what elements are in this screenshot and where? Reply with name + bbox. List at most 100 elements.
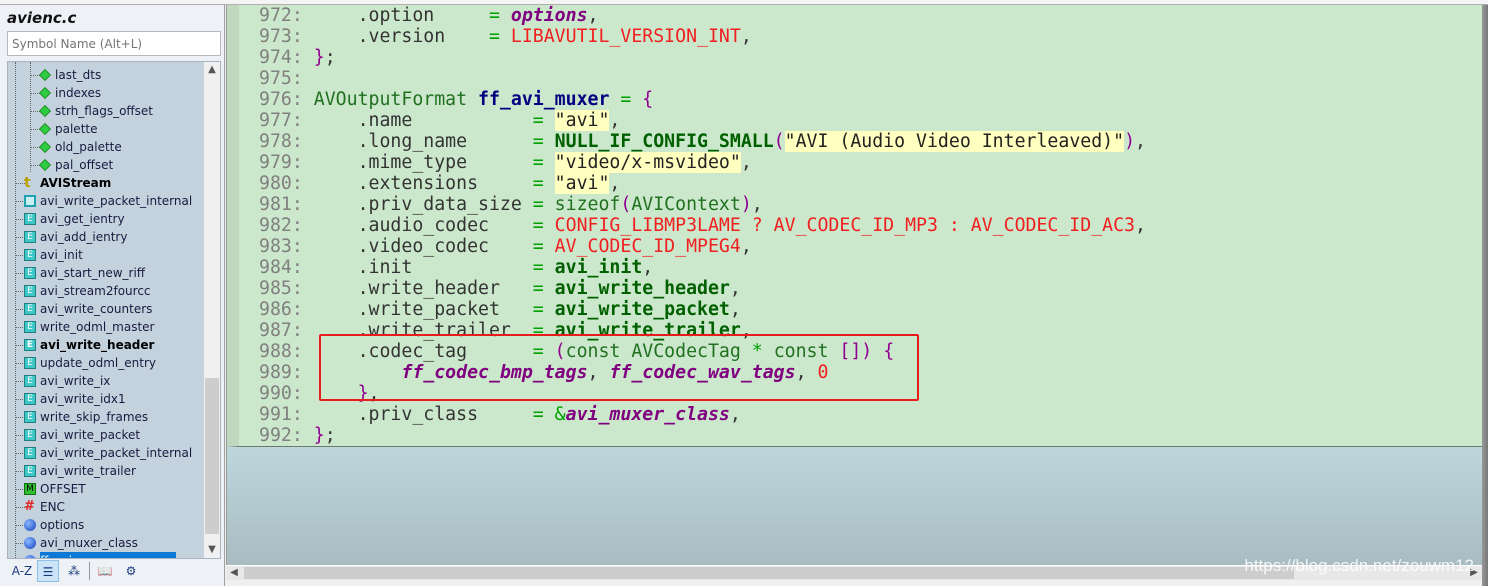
- code-token-type: AVOutputFormat: [313, 89, 479, 110]
- member-icon: [39, 87, 51, 99]
- code-token-str: "video/x-msvideo": [554, 152, 741, 173]
- func-icon: E: [24, 267, 36, 279]
- tree-item[interactable]: Eavi_init: [8, 246, 205, 264]
- tree-item[interactable]: Eavi_write_ix: [8, 372, 205, 390]
- tree-item-label: avi_get_ientry: [40, 212, 125, 226]
- code-token-field: .priv_data_size: [313, 194, 533, 215]
- tree-item-label: AVIStream: [40, 176, 112, 190]
- line-number-colon: :: [291, 383, 314, 404]
- code-token-punc: ,: [587, 5, 599, 26]
- tree-item[interactable]: avi_write_packet_internal: [8, 192, 205, 210]
- tree-item[interactable]: Eavi_write_idx1: [8, 390, 205, 408]
- code-line: 983: .video_codec = AV_CODEC_ID_MPEG4,: [259, 236, 1146, 257]
- tree-item[interactable]: options: [8, 516, 205, 534]
- settings-button[interactable]: ⚙: [120, 560, 142, 582]
- code-token-op: =: [532, 215, 555, 236]
- tree-item[interactable]: pal_offset: [8, 156, 205, 174]
- scroll-left-icon[interactable]: ◀: [226, 566, 242, 580]
- tree-item[interactable]: Eavi_get_ientry: [8, 210, 205, 228]
- tree-item[interactable]: Eavi_add_ientry: [8, 228, 205, 246]
- tree-item[interactable]: Eavi_stream2fourcc: [8, 282, 205, 300]
- tree-item-label: indexes: [55, 86, 102, 100]
- line-number: 987: [259, 320, 292, 341]
- tree-item-label: update_odml_entry: [40, 356, 156, 370]
- line-number-colon: :: [291, 152, 314, 173]
- tree-item[interactable]: t AVIStream: [8, 174, 205, 192]
- func-icon: E: [24, 465, 36, 477]
- line-number: 974: [259, 47, 292, 68]
- sort-az-button[interactable]: A-Z: [11, 560, 33, 582]
- line-number: 980: [259, 173, 292, 194]
- code-token-punc: ,: [609, 173, 621, 194]
- toolbar-separator: [89, 562, 90, 580]
- code-token-field: .version: [313, 26, 489, 47]
- tree-item[interactable]: Eavi_write_packet_internal: [8, 444, 205, 462]
- tree-item[interactable]: Eupdate_odml_entry: [8, 354, 205, 372]
- code-line: 982: .audio_codec = CONFIG_LIBMP3LAME ? …: [259, 215, 1146, 236]
- tree-item-label: old_palette: [55, 140, 122, 154]
- vertical-scrollbar[interactable]: ▲ ▼: [204, 62, 220, 558]
- line-number-colon: :: [291, 215, 314, 236]
- struct-icon: t: [24, 175, 31, 191]
- tree-item[interactable]: Ewrite_odml_master: [8, 318, 205, 336]
- tree-item-label: strh_flags_offset: [55, 104, 154, 118]
- code-token-punc: ,: [740, 152, 752, 173]
- code-line: 975:: [259, 68, 1146, 89]
- symbol-sidebar: avienc.c last_dtsindexes strh_flags_offse…: [0, 5, 225, 586]
- code-token-field: .write_packet: [313, 299, 533, 320]
- code-token-field: .init: [313, 257, 533, 278]
- code-token-punc: ,: [729, 299, 741, 320]
- symbol-types-button[interactable]: ⁂: [63, 560, 85, 582]
- scroll-down-icon[interactable]: ▼: [204, 542, 220, 558]
- code-line: 992: };: [259, 425, 1146, 446]
- tree-item[interactable]: avi_muxer_class: [8, 534, 205, 552]
- code-token-punc: ;: [324, 425, 336, 446]
- tree-item-label: avi_write_packet: [40, 428, 141, 442]
- code-line: 974: };: [259, 47, 1146, 68]
- tree-item[interactable]: old_palette: [8, 138, 205, 156]
- code-editor[interactable]: 972: .option = options, 973: .version = L…: [226, 5, 1483, 565]
- tree-item[interactable]: last_dts: [8, 66, 205, 84]
- code-token-op: =: [532, 194, 555, 215]
- book-button[interactable]: 📖: [94, 560, 116, 582]
- code-token-func: avi_init: [554, 257, 643, 278]
- tree-item-label: write_skip_frames: [40, 410, 149, 424]
- tree-item[interactable]: Eavi_write_packet: [8, 426, 205, 444]
- code-token-op: =: [488, 26, 511, 47]
- tree-item-label: pal_offset: [55, 158, 114, 172]
- tree-item[interactable]: Eavi_write_trailer: [8, 462, 205, 480]
- scroll-thumb[interactable]: [244, 567, 1294, 579]
- tree-item[interactable]: ff_avi_muxer: [8, 552, 205, 558]
- tree-item[interactable]: # ENC: [8, 498, 205, 516]
- code-token-str: "avi": [554, 110, 610, 131]
- code-token-punc: ,: [609, 110, 621, 131]
- tree-item[interactable]: indexes: [8, 84, 205, 102]
- line-number: 976: [259, 89, 292, 110]
- line-number-colon: :: [291, 299, 314, 320]
- line-number: 981: [259, 194, 292, 215]
- tree-item[interactable]: palette: [8, 120, 205, 138]
- tree-item[interactable]: Eavi_start_new_riff: [8, 264, 205, 282]
- code-line: 978: .long_name = NULL_IF_CONFIG_SMALL("…: [259, 131, 1146, 152]
- tree-item[interactable]: strh_flags_offset: [8, 102, 205, 120]
- line-number-colon: :: [291, 425, 314, 446]
- code-token-field: .name: [313, 110, 533, 131]
- tree-item[interactable]: Eavi_write_header: [8, 336, 205, 354]
- scroll-thumb[interactable]: [205, 378, 219, 534]
- symbol-search-input[interactable]: [7, 31, 221, 56]
- code-token-brace: (: [620, 194, 632, 215]
- code-token-punc: ,: [751, 194, 763, 215]
- tree-item-label: avi_stream2fourcc: [40, 284, 151, 298]
- tree-item[interactable]: Eavi_write_counters: [8, 300, 205, 318]
- list-view-button[interactable]: ☰: [37, 560, 59, 582]
- editor-empty-area[interactable]: [227, 447, 1483, 565]
- code-line: 991: .priv_class = &avi_muxer_class,: [259, 404, 1146, 425]
- line-number: 989: [259, 362, 292, 383]
- scroll-up-icon[interactable]: ▲: [204, 62, 220, 78]
- func-icon: E: [24, 303, 36, 315]
- symbol-tree: last_dtsindexes strh_flags_offsetpalette o…: [7, 61, 221, 559]
- proto-icon: [24, 195, 36, 207]
- tree-item[interactable]: M OFFSET: [8, 480, 205, 498]
- tree-item[interactable]: Ewrite_skip_frames: [8, 408, 205, 426]
- line-number: 984: [259, 257, 292, 278]
